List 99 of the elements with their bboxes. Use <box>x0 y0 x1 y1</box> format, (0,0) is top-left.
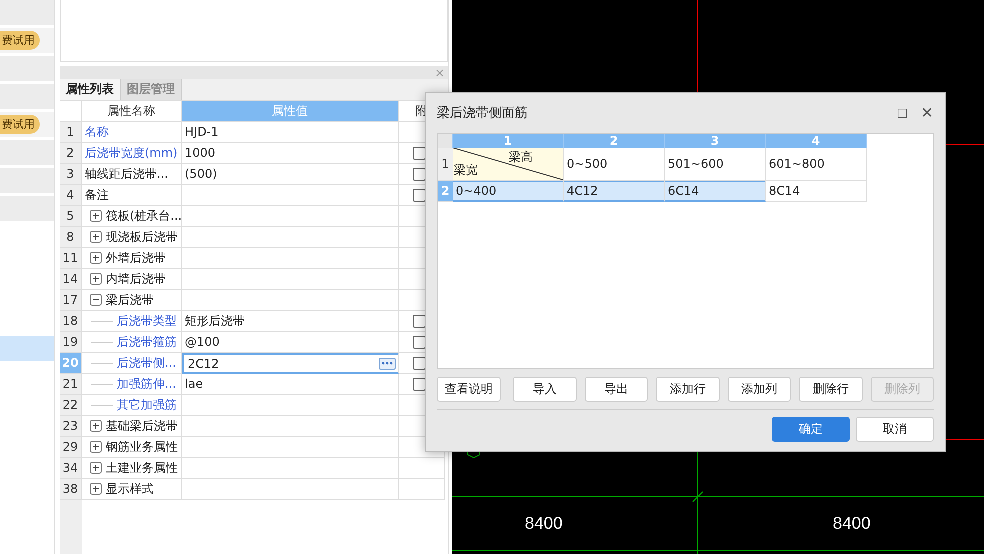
property-name: 外墙后浇带 <box>106 250 166 266</box>
column-header: 1 <box>453 134 564 148</box>
dimension-label: 8400 <box>833 514 871 534</box>
column-header: 4 <box>766 134 867 148</box>
table-cell: 8C14 <box>766 181 867 202</box>
row-number: 20 <box>60 353 82 374</box>
property-name: 后浇带侧... <box>117 354 176 372</box>
property-name: 显示样式 <box>106 480 154 498</box>
dimension-label: 8400 <box>525 514 563 534</box>
tab[interactable]: 属性列表 <box>60 79 121 100</box>
checkbox[interactable] <box>413 356 426 370</box>
trial-badge[interactable]: 费试用 <box>0 31 40 50</box>
property-name: 基础梁后浇带 <box>106 418 178 434</box>
corner-top-label: 梁高 <box>509 149 533 166</box>
property-name: 后浇带类型 <box>117 312 177 330</box>
property-name: 现浇板后浇带 <box>106 228 178 246</box>
checkbox[interactable] <box>413 314 426 328</box>
table-cell: HJD-1 <box>182 122 399 143</box>
table-cell <box>399 479 445 500</box>
row-number: 23 <box>60 416 82 437</box>
property-name: 钢筋业务属性 <box>106 438 178 456</box>
dialog-button[interactable]: 导出 <box>584 377 648 402</box>
expand-icon[interactable] <box>90 231 102 243</box>
row-number: 1 <box>438 148 453 181</box>
tree-line <box>91 320 113 322</box>
row-number: 21 <box>60 374 82 395</box>
checkbox[interactable] <box>413 378 426 390</box>
expand-icon[interactable] <box>90 483 102 495</box>
tree-line <box>91 362 113 364</box>
table-cell: @100 <box>182 332 399 353</box>
ok-button[interactable]: 确定 <box>772 417 850 442</box>
row-number: 14 <box>60 269 82 290</box>
checkbox[interactable] <box>413 168 426 180</box>
row-number: 34 <box>60 458 82 479</box>
row-number: 5 <box>60 206 82 227</box>
value-field[interactable]: 2C12 <box>182 353 399 374</box>
column-header: 2 <box>564 134 665 148</box>
corner-bottom-label: 梁宽 <box>454 162 478 179</box>
row-number: 2 <box>60 143 82 164</box>
table-cell: 4C12 <box>564 181 665 202</box>
checkbox[interactable] <box>413 188 426 202</box>
collapse-icon[interactable] <box>90 294 102 306</box>
tree-line <box>91 404 113 406</box>
table-cell: 1000 <box>182 143 399 164</box>
expand-icon[interactable] <box>90 441 102 453</box>
checkbox[interactable] <box>413 336 426 348</box>
expand-icon[interactable] <box>90 210 102 222</box>
row-number: 29 <box>60 437 82 458</box>
row-number: 18 <box>60 311 82 332</box>
table-cell: 601~800 <box>766 148 867 181</box>
row-number: 1 <box>60 122 82 143</box>
table-cell: 0~500 <box>564 148 665 181</box>
dialog-button[interactable]: 删除行 <box>799 377 863 402</box>
more-icon[interactable] <box>379 358 396 370</box>
cancel-button[interactable]: 取消 <box>856 417 934 442</box>
row-number: 22 <box>60 395 82 416</box>
row-number: 8 <box>60 227 82 248</box>
table-cell: 6C14 <box>665 181 766 202</box>
property-name: 轴线距后浇带... <box>85 166 168 182</box>
dialog-button[interactable]: 添加行 <box>656 377 720 402</box>
table-cell: 矩形后浇带 <box>182 311 399 332</box>
sidebar-item[interactable]: 费试用 <box>0 112 54 137</box>
column-header: 属性名称 <box>82 101 182 122</box>
dialog-button[interactable]: 添加列 <box>728 377 792 402</box>
property-name: 内墙后浇带 <box>106 270 166 288</box>
row-number: 38 <box>60 479 82 500</box>
property-name: 其它加强筋 <box>117 396 177 414</box>
property-name: 梁后浇带 <box>106 292 154 308</box>
expand-icon[interactable] <box>90 273 102 285</box>
table-cell: lae <box>182 374 399 395</box>
expand-icon[interactable] <box>90 420 102 432</box>
row-number: 17 <box>60 290 82 311</box>
column-header: 3 <box>665 134 766 148</box>
property-name: 筏板(桩承台... <box>106 208 181 224</box>
expand-icon[interactable] <box>90 252 102 264</box>
header-corner <box>438 134 453 148</box>
column-header: 属性值 <box>182 101 399 122</box>
row-number: 4 <box>60 185 82 206</box>
property-name: 后浇带箍筋 <box>117 334 177 350</box>
dialog-button[interactable]: 查看说明 <box>437 377 502 402</box>
table-cell: (500) <box>182 164 399 185</box>
row-number: 2 <box>438 181 453 202</box>
property-name: 名称 <box>85 124 109 140</box>
expand-icon[interactable] <box>90 462 102 474</box>
table-cell: 501~600 <box>665 148 766 181</box>
dialog-button[interactable]: 导入 <box>513 377 577 402</box>
property-name: 备注 <box>85 186 109 204</box>
trial-badge[interactable]: 费试用 <box>0 115 40 134</box>
property-name: 土建业务属性 <box>106 460 178 476</box>
table-cell <box>399 458 445 479</box>
checkbox[interactable] <box>413 146 426 160</box>
property-name: 后浇带宽度(mm) <box>85 144 178 162</box>
row-number: 11 <box>60 248 82 269</box>
row-number: 3 <box>60 164 82 185</box>
field-value: 2C12 <box>188 356 220 370</box>
sidebar-item[interactable]: 费试用 <box>0 28 54 53</box>
row-number: 19 <box>60 332 82 353</box>
table-cell: 0~400 <box>453 181 564 202</box>
property-name: 加强筋伸... <box>117 376 176 392</box>
